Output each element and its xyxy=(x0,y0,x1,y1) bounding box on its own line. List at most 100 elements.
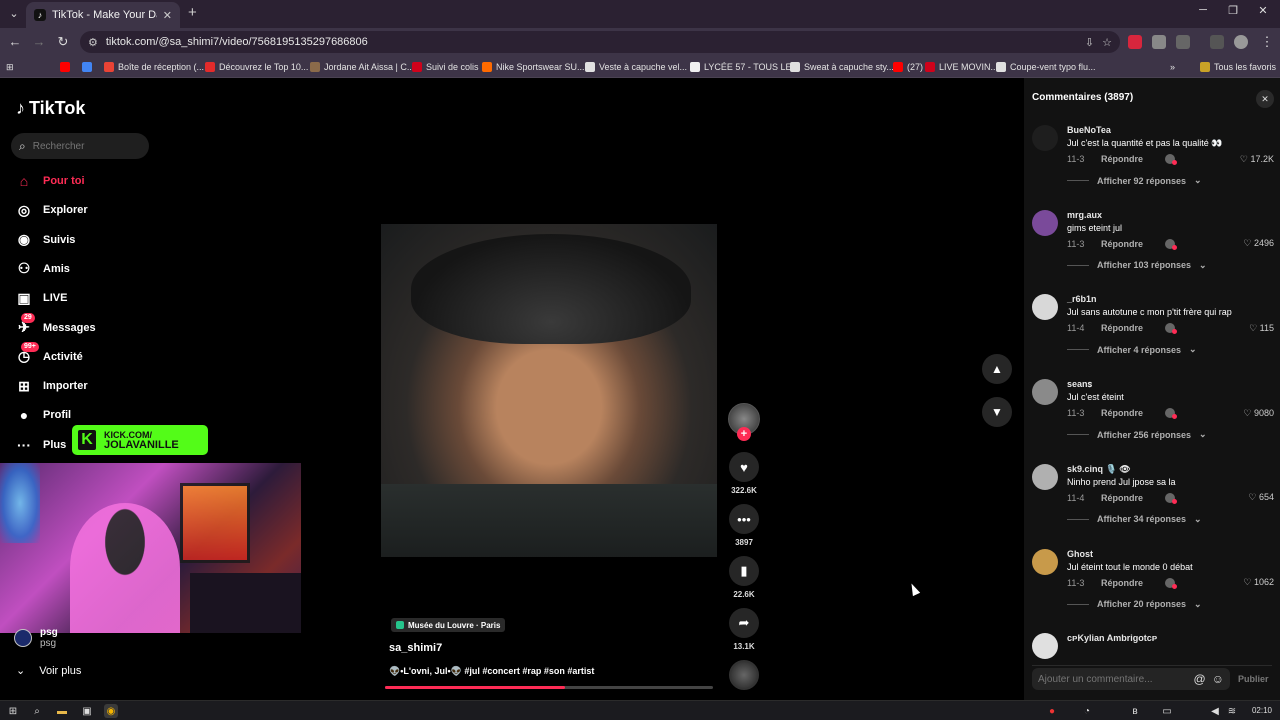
show-replies-button[interactable]: Afficher 4 réponses ⌄ xyxy=(1067,344,1197,355)
back-arrow-icon[interactable]: ← xyxy=(6,34,24,49)
video-progress-bar[interactable] xyxy=(385,686,713,689)
show-replies-button[interactable]: Afficher 34 réponses ⌄ xyxy=(1067,514,1202,525)
tiktok-logo[interactable]: ♪ TikTok xyxy=(16,98,85,119)
search-box[interactable]: ⌕ xyxy=(11,133,149,159)
comment-like-button[interactable]: ♡ 115 xyxy=(1249,323,1274,334)
bookmark-item[interactable]: Veste à capuche vel... xyxy=(585,59,687,75)
extension-icon[interactable] xyxy=(1128,35,1142,49)
location-tag[interactable]: Musée du Louvre · Paris xyxy=(391,618,506,632)
comment-like-button[interactable]: ♡ 2496 xyxy=(1243,238,1274,249)
profile-avatar-icon[interactable] xyxy=(1234,35,1248,49)
search-input[interactable] xyxy=(32,140,133,152)
show-replies-button[interactable]: Afficher 92 réponses ⌄ xyxy=(1067,175,1202,186)
next-video-chevron-down-icon[interactable]: ▼ xyxy=(982,397,1012,427)
avatar[interactable] xyxy=(1032,209,1058,236)
menu-kebab-icon[interactable]: ⋮ xyxy=(1258,34,1276,50)
bookmark-item[interactable]: Suivi de colis xyxy=(412,59,479,75)
previous-video-chevron-up-icon[interactable]: ▲ xyxy=(982,354,1012,384)
bookmark-item[interactable]: Jordane Ait Aissa | C... xyxy=(310,59,414,75)
reply-button[interactable]: Répondre xyxy=(1101,493,1165,503)
avatar[interactable] xyxy=(1032,125,1058,151)
avatar[interactable] xyxy=(1032,463,1058,490)
show-replies-button[interactable]: Afficher 256 réponses ⌄ xyxy=(1067,429,1207,440)
video-player[interactable] xyxy=(381,224,717,557)
wifi-icon[interactable]: ≋ xyxy=(1225,704,1239,718)
bookmark-icon[interactable]: ▮ xyxy=(729,556,759,586)
bluetooth-icon[interactable]: ʙ xyxy=(1128,704,1142,718)
display-icon[interactable]: ▭ xyxy=(1160,704,1174,718)
bookmark-item[interactable] xyxy=(60,59,70,75)
comment-bubble-icon[interactable]: ••• xyxy=(729,504,759,534)
volume-icon[interactable]: ◀ xyxy=(1208,704,1222,718)
bookmark-item[interactable]: LYCÉE 57 - TOUS LE... xyxy=(690,59,799,75)
bookmark-item[interactable]: Nike Sportswear SU... xyxy=(482,59,585,75)
extensions-puzzle-icon[interactable] xyxy=(1176,35,1190,49)
browser-tab-active[interactable]: ♪ TikTok - Make Your Day ✕ xyxy=(26,2,180,28)
terminal-icon[interactable]: ▣ xyxy=(80,704,94,718)
video-author[interactable]: sa_shimi7 xyxy=(389,642,442,654)
reply-button[interactable]: Répondre xyxy=(1101,578,1165,588)
close-comments-icon[interactable]: ✕ xyxy=(1256,90,1274,108)
reply-button[interactable]: Répondre xyxy=(1101,408,1165,418)
bookmark-item[interactable] xyxy=(82,59,92,75)
comment-username[interactable]: sk9.cinq 🎙️ 👁 xyxy=(1067,464,1131,475)
sidebar-item-explorer[interactable]: ◎ Explorer xyxy=(15,199,88,221)
comment-like-button[interactable]: ♡ 654 xyxy=(1248,492,1274,503)
publish-button[interactable]: Publier xyxy=(1238,674,1269,684)
sidebar-item-live[interactable]: ▣ LIVE xyxy=(15,287,67,309)
close-window-icon[interactable]: ✕ xyxy=(1250,4,1276,17)
sidebar-item-plus[interactable]: ··· Plus xyxy=(15,434,66,456)
comment-like-button[interactable]: ♡ 1062 xyxy=(1243,577,1274,588)
comment-username[interactable]: Ghost xyxy=(1067,549,1093,559)
avatar[interactable] xyxy=(1032,294,1058,321)
reply-button[interactable]: Répondre xyxy=(1101,154,1165,164)
install-app-icon[interactable]: ⇩ xyxy=(1085,36,1094,49)
bookmark-item[interactable]: Coupe-vent typo flu... xyxy=(996,59,1096,75)
comment-username[interactable]: seanꜱ xyxy=(1067,379,1092,390)
follow-plus-icon[interactable]: + xyxy=(737,427,751,441)
comment-username[interactable]: BueNoTea xyxy=(1067,125,1111,135)
comment-username[interactable]: mrg.aux xyxy=(1067,210,1102,220)
show-replies-button[interactable]: Afficher 103 réponses ⌄ xyxy=(1067,260,1207,271)
comment-username[interactable]: ᴄᴘKylian Ambrigotᴄᴘ xyxy=(1067,633,1157,643)
comment-input[interactable] xyxy=(1038,673,1188,685)
comment-username[interactable]: _r6b1n xyxy=(1067,294,1097,304)
avatar[interactable] xyxy=(1032,379,1058,406)
emoji-icon[interactable]: ☺ xyxy=(1212,672,1224,686)
mention-at-icon[interactable]: @ xyxy=(1194,672,1206,686)
reload-icon[interactable]: ↻ xyxy=(54,34,72,50)
heart-icon[interactable]: ♥ xyxy=(729,452,759,482)
taskbar-search-icon[interactable]: ⌕ xyxy=(30,704,44,718)
restore-icon[interactable]: ❐ xyxy=(1220,4,1246,17)
new-tab-plus-icon[interactable]: + xyxy=(188,4,197,21)
sidebar-item-suivis[interactable]: ◉ Suivis xyxy=(15,229,76,251)
site-info-icon[interactable]: ⚙ xyxy=(88,36,98,49)
all-favorites-folder[interactable]: Tous les favoris xyxy=(1200,59,1276,75)
bookmarks-overflow-icon[interactable]: » xyxy=(1170,59,1175,75)
bookmark-item[interactable]: Boîte de réception (... xyxy=(104,59,204,75)
comment-action[interactable]: ••• 3897 xyxy=(728,504,760,547)
comment-like-button[interactable]: ♡ 9080 xyxy=(1243,408,1274,419)
like-action[interactable]: ♥ 322.6K xyxy=(728,452,760,495)
file-explorer-icon[interactable]: ▬ xyxy=(55,704,69,718)
following-account-psg[interactable]: psg psg xyxy=(14,627,58,649)
save-action[interactable]: ▮ 22.6K xyxy=(728,556,760,599)
address-bar[interactable]: ⚙ tiktok.com/@sa_shimi7/video/7568195135… xyxy=(80,31,1120,53)
tray-icon[interactable]: ◔ xyxy=(1080,704,1094,718)
windows-start-icon[interactable]: ⊞ xyxy=(6,704,20,718)
share-arrow-icon[interactable]: ➦ xyxy=(729,608,759,638)
sidebar-item-pour-toi[interactable]: ⌂ Pour toi xyxy=(15,170,85,192)
comment-input-wrap[interactable]: @ ☺ xyxy=(1032,668,1230,690)
see-more-button[interactable]: ⌄ Voir plus xyxy=(16,664,81,678)
apps-grid-icon[interactable]: ⊞ xyxy=(6,59,14,75)
avatar[interactable] xyxy=(1032,633,1058,660)
forward-arrow-icon[interactable]: → xyxy=(30,34,48,49)
show-replies-button[interactable]: Afficher 20 réponses ⌄ xyxy=(1067,599,1202,610)
bookmark-item[interactable]: (27) xyxy=(893,59,923,75)
bookmark-item[interactable]: LIVE MOVIN... xyxy=(925,59,998,75)
comment-like-button[interactable]: ♡ 17.2K xyxy=(1240,154,1274,165)
reading-list-icon[interactable] xyxy=(1210,35,1224,49)
extension-icon[interactable] xyxy=(1152,35,1166,49)
chrome-icon[interactable]: ◉ xyxy=(104,704,118,718)
reply-button[interactable]: Répondre xyxy=(1101,323,1165,333)
